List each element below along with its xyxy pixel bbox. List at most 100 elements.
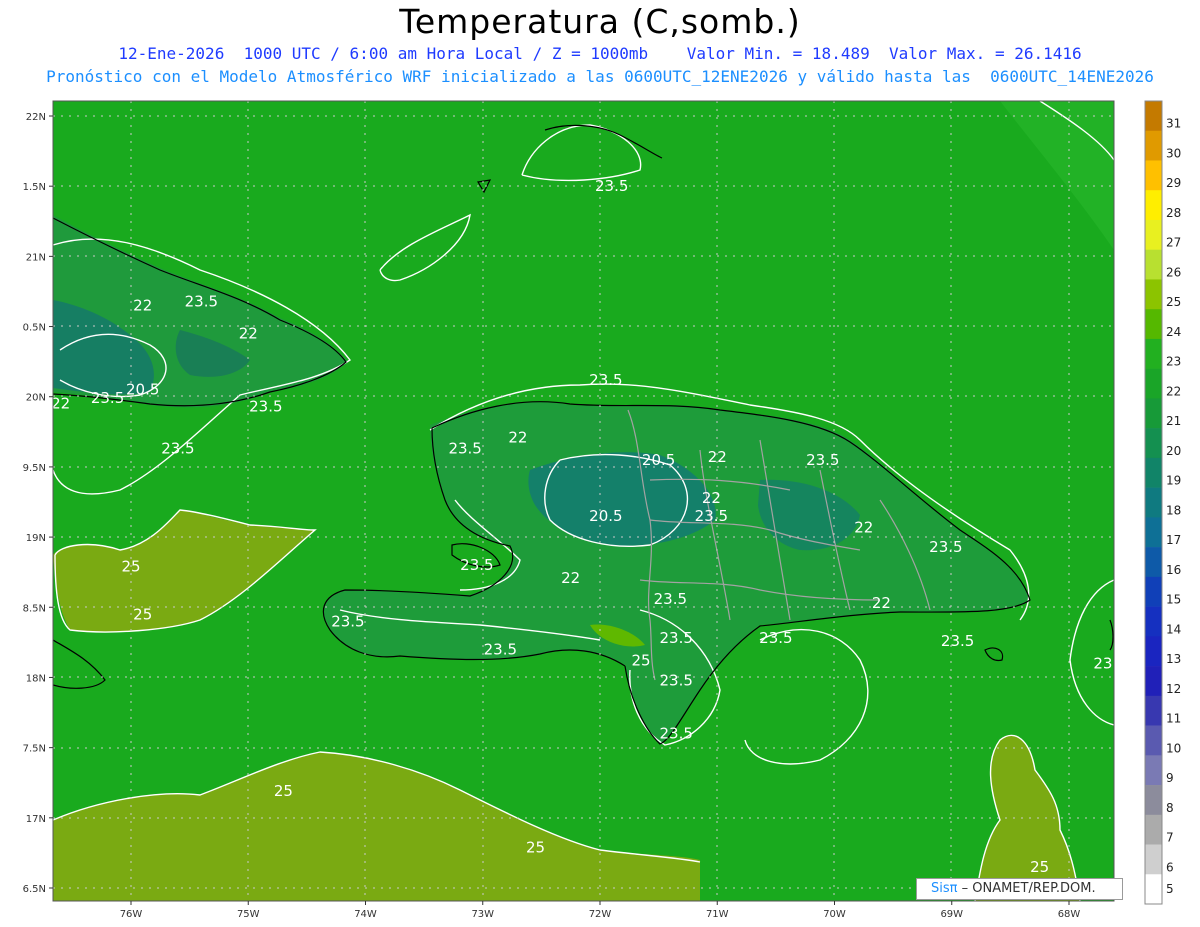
- lat-tick-label: 8.5N: [23, 603, 46, 614]
- contour-label: 25: [274, 782, 293, 800]
- colorbar-swatch: [1145, 874, 1162, 905]
- lat-tick-label: 7.5N: [23, 744, 46, 755]
- colorbar-label: 10: [1166, 741, 1181, 755]
- contour-label: 23.5: [249, 398, 282, 416]
- contour-label: 25: [526, 838, 545, 856]
- lon-tick-label: 69W: [940, 909, 963, 920]
- lat-tick-label: 6.5N: [23, 884, 46, 895]
- contour-label: 22: [561, 569, 580, 587]
- contour-label: 23.5: [161, 440, 194, 458]
- contour-label: 20.5: [642, 451, 675, 469]
- colorbar-swatch: [1145, 457, 1162, 488]
- contour-label: 23.5: [91, 389, 124, 407]
- contour-label: 23.5: [448, 440, 481, 458]
- colorbar-label: 9: [1166, 771, 1174, 785]
- colorbar-swatch: [1145, 725, 1162, 756]
- colorbar-swatch: [1145, 755, 1162, 786]
- contour-label: 23.5: [185, 292, 218, 310]
- temperature-colorbar: 31 30 29 28 27 26 25 24 23 22 21 20 19 18 17 16 15 14 13 12…: [1144, 100, 1181, 905]
- colorbar-label: 16: [1166, 563, 1181, 577]
- contour-label: 23.5: [929, 538, 962, 556]
- latitude-axis: 22N 1.5N 21N 0.5N 20N 9.5N 19N 8.5N 18N 7.5N 17N 6.…: [23, 112, 53, 895]
- contour-label: 23.5: [460, 556, 493, 574]
- colorbar-swatch: [1145, 814, 1162, 845]
- colorbar-swatch: [1145, 249, 1162, 280]
- contour-label: 25: [121, 558, 140, 576]
- colorbar-swatch: [1145, 368, 1162, 399]
- lon-tick-label: 75W: [237, 909, 260, 920]
- lat-tick-label: 17N: [26, 814, 46, 825]
- colorbar-swatch: [1145, 190, 1162, 221]
- colorbar-swatch: [1145, 219, 1162, 251]
- colorbar-swatch: [1145, 785, 1162, 816]
- colorbar-label: 22: [1166, 384, 1181, 398]
- contour-label: 23.5: [331, 612, 364, 630]
- colorbar-swatch: [1145, 487, 1162, 518]
- contour-label: 23.5: [806, 451, 839, 469]
- lat-tick-label: 1.5N: [23, 182, 46, 193]
- lat-tick-label: 9.5N: [23, 463, 46, 474]
- contour-label: 22: [872, 594, 891, 612]
- colorbar-label: 25: [1166, 295, 1181, 309]
- colorbar-label: 29: [1166, 176, 1181, 190]
- colorbar-label: 24: [1166, 325, 1181, 339]
- lat-tick-label: 20N: [26, 393, 46, 404]
- colorbar-swatch: [1145, 428, 1162, 459]
- contour-label: 23.5: [1093, 654, 1126, 672]
- contour-label: 20.5: [126, 381, 159, 399]
- colorbar-swatch: [1145, 338, 1162, 369]
- colorbar-label: 27: [1166, 236, 1181, 250]
- temperature-map: 23.523.5222220.523.522 23.523.523.523.522…: [23, 100, 1181, 920]
- colorbar-swatch: [1145, 309, 1162, 340]
- longitude-axis: 76W 75W 74W 73W 72W 71W 70W 69W 68W: [120, 901, 1080, 920]
- contour-label: 23.5: [695, 507, 728, 525]
- sis-logo-text: Sisπ: [931, 881, 958, 896]
- colorbar-label: 7: [1166, 831, 1174, 845]
- colorbar-label: 13: [1166, 652, 1181, 666]
- lon-tick-label: 70W: [823, 909, 846, 920]
- contour-label: 23.5: [589, 371, 622, 389]
- colorbar-label: 19: [1166, 474, 1181, 488]
- contour-label: 22: [133, 296, 152, 314]
- colorbar-swatch: [1145, 844, 1162, 875]
- contour-label: 22: [702, 489, 721, 507]
- colorbar-swatch: [1145, 398, 1162, 429]
- colorbar-swatch: [1145, 160, 1162, 191]
- colorbar-label: 15: [1166, 593, 1181, 607]
- colorbar-swatch: [1145, 547, 1162, 578]
- colorbar-swatch: [1145, 695, 1162, 726]
- contour-label: 22: [239, 325, 258, 343]
- lon-tick-label: 73W: [471, 909, 494, 920]
- colorbar-label: 30: [1166, 146, 1181, 160]
- contour-label: 23.5: [660, 629, 693, 647]
- lon-tick-label: 76W: [120, 909, 143, 920]
- lat-tick-label: 21N: [26, 252, 46, 263]
- contour-label: 23.5: [595, 177, 628, 195]
- colorbar-swatch: [1145, 101, 1162, 132]
- colorbar-label: 23: [1166, 355, 1181, 369]
- contour-label: 23.5: [484, 640, 517, 658]
- colorbar-label: 14: [1166, 622, 1181, 636]
- colorbar-swatch: [1145, 517, 1162, 548]
- contour-label: 23.5: [654, 590, 687, 608]
- colorbar-label: 11: [1166, 712, 1181, 726]
- contour-label: 20.5: [589, 507, 622, 525]
- colorbar-label: 6: [1166, 860, 1174, 874]
- colorbar-swatch: [1145, 279, 1162, 310]
- lon-tick-label: 74W: [354, 909, 377, 920]
- colorbar-swatch: [1145, 130, 1162, 161]
- contour-label: 23.5: [941, 632, 974, 650]
- contour-label: 22: [51, 395, 70, 413]
- contour-label: 22: [708, 448, 727, 466]
- lat-tick-label: 22N: [26, 112, 46, 123]
- colorbar-label: 17: [1166, 533, 1181, 547]
- colorbar-label: 5: [1166, 882, 1174, 896]
- colorbar-swatch: [1145, 666, 1162, 697]
- contour-label: 22: [854, 518, 873, 536]
- lon-tick-label: 72W: [589, 909, 612, 920]
- contour-label: 23.5: [759, 629, 792, 647]
- lat-tick-label: 18N: [26, 673, 46, 684]
- credit-text: – ONAMET/REP.DOM.: [957, 881, 1096, 896]
- colorbar-swatch: [1145, 576, 1162, 607]
- colorbar-label: 28: [1166, 206, 1181, 220]
